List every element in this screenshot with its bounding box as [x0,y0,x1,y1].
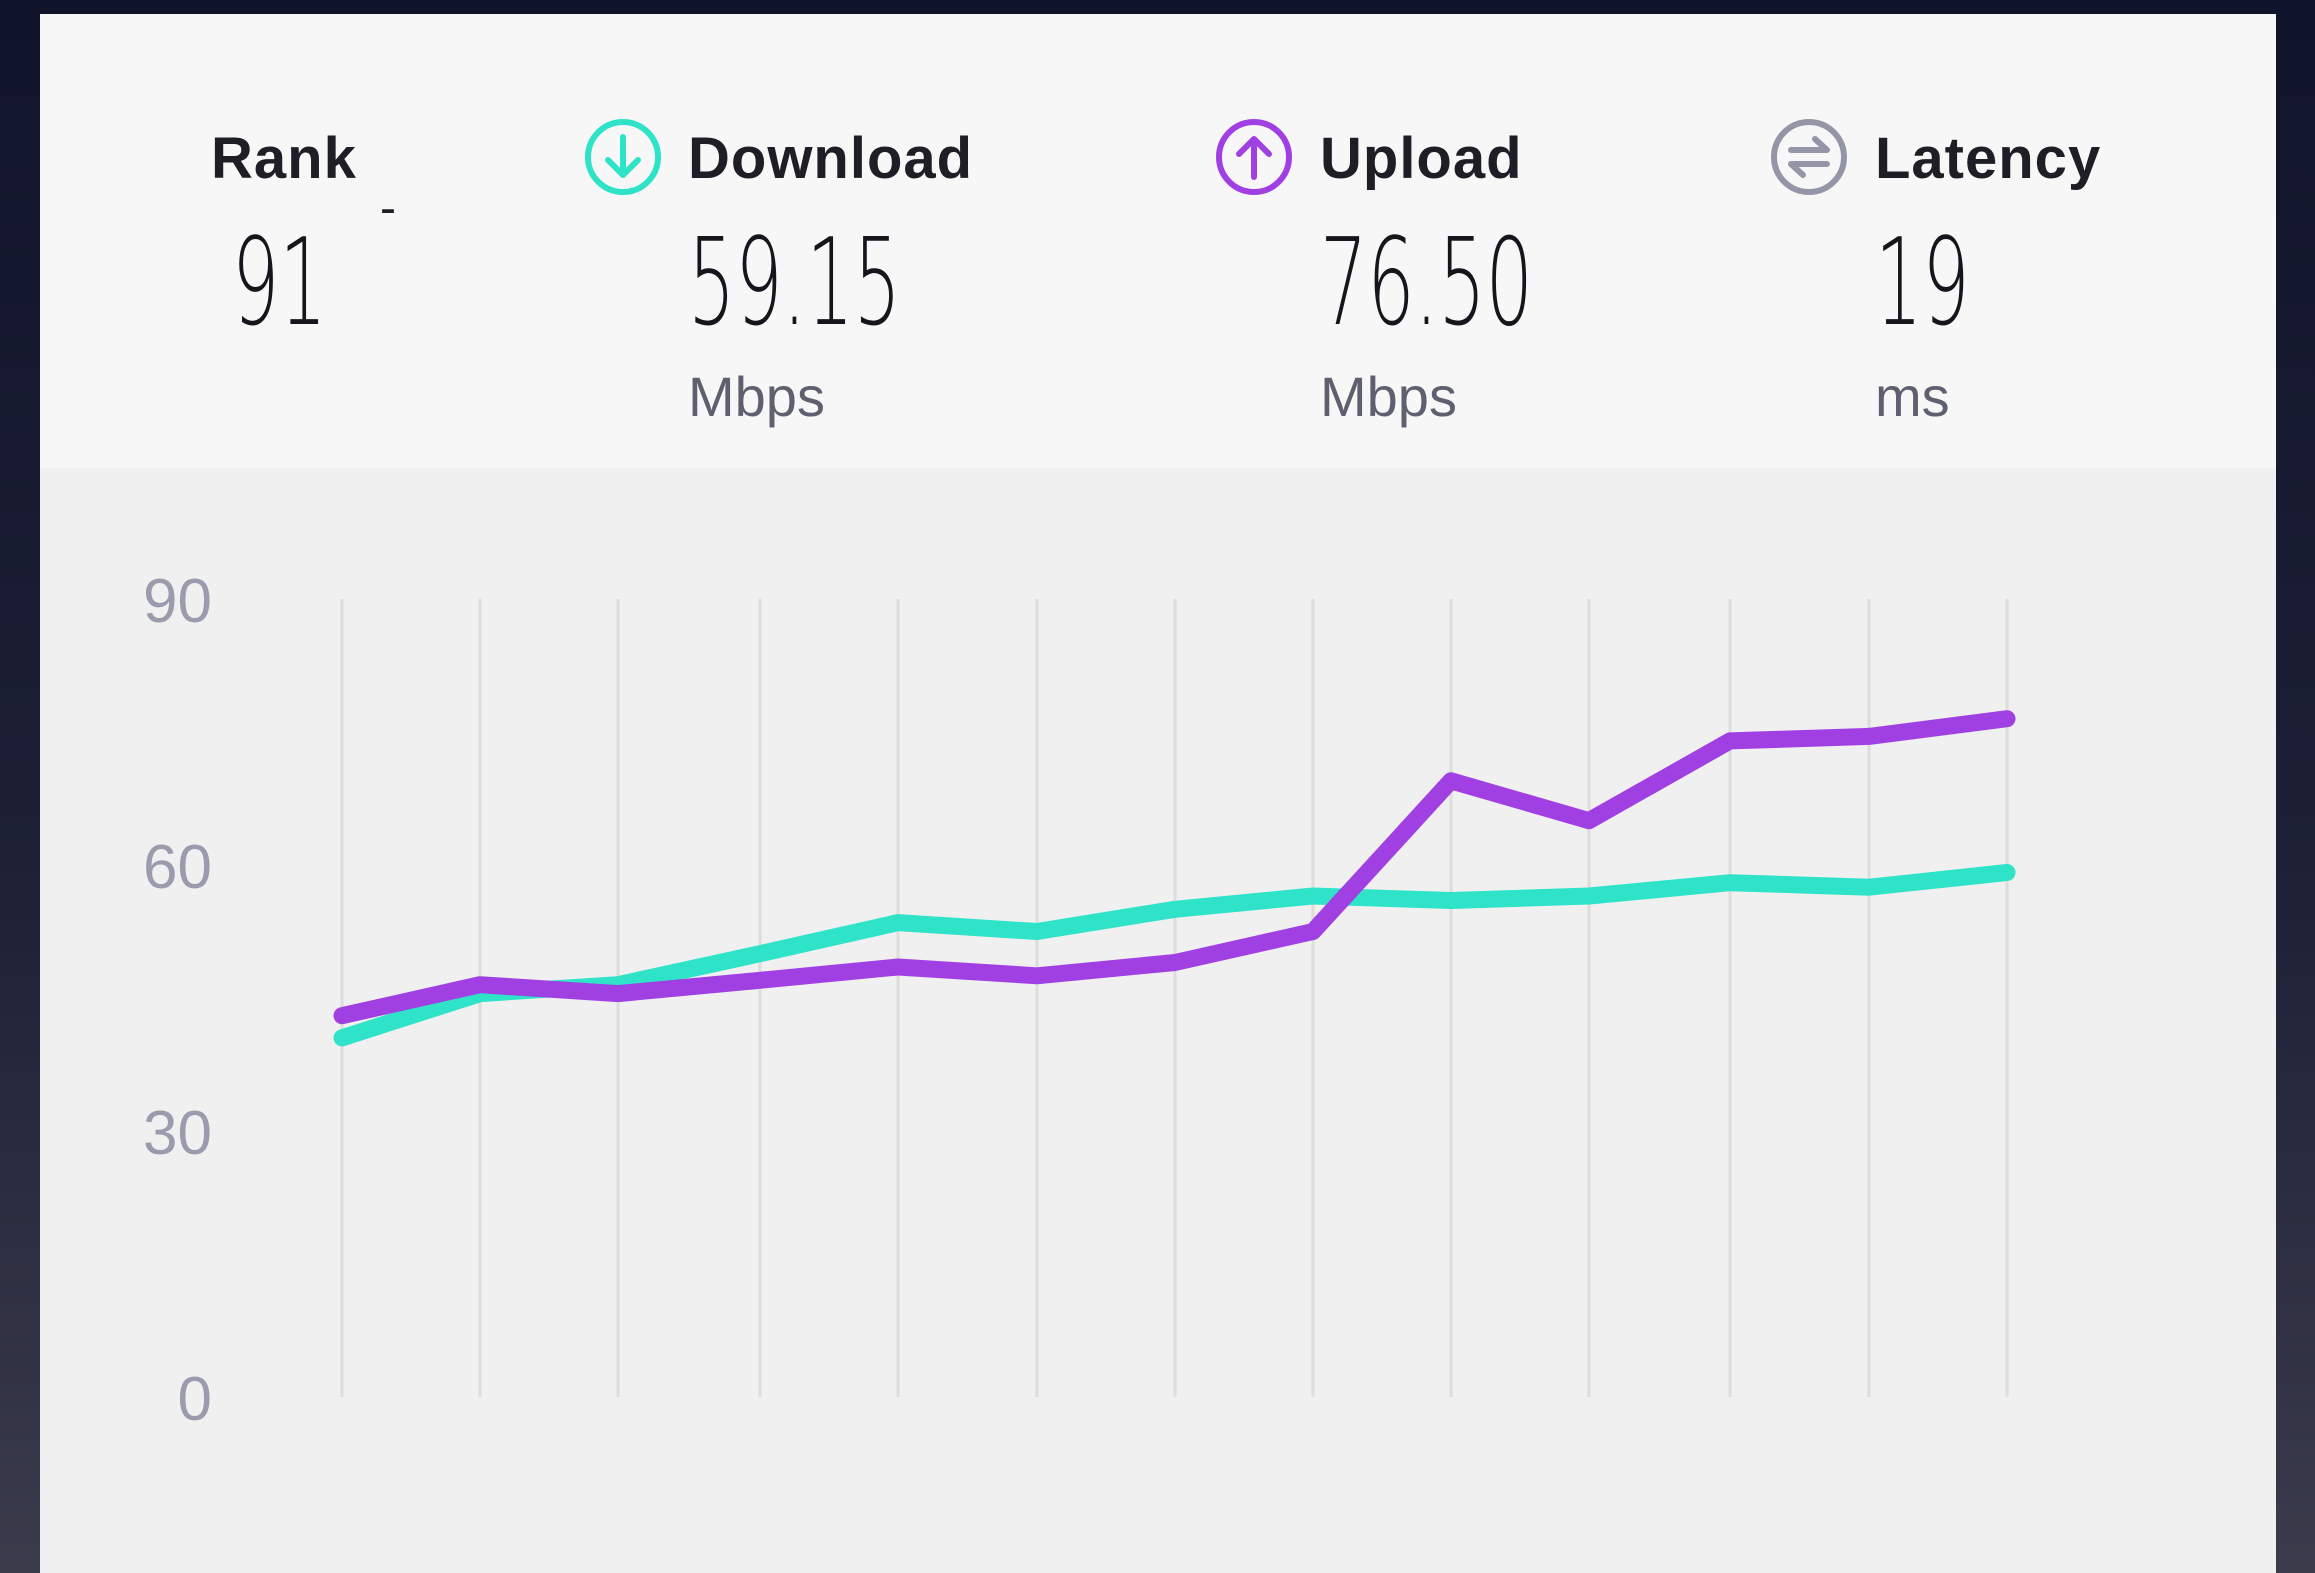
latency-unit: ms [1875,365,1950,428]
rank-change: - [380,182,396,235]
latency-value: 19 [1875,214,1970,353]
rank-value: 91 [232,214,327,353]
upload-unit: Mbps [1320,365,1457,428]
rank-label: Rank [211,126,357,191]
speed-card: Rank 91 - Download 59.15 Mbps Upload 76.… [40,14,2276,1573]
stats-header: Rank 91 - Download 59.15 Mbps Upload 76.… [40,14,2276,468]
latency-icon [1769,117,1849,197]
download-unit: Mbps [688,365,825,428]
y-tick-label: 0 [178,1365,212,1434]
latency-label: Latency [1875,126,2102,191]
download-value: 59.15 [688,214,901,353]
y-tick-label: 60 [143,833,212,902]
download-icon [583,117,663,197]
y-tick-label: 30 [143,1099,212,1168]
y-tick-label: 90 [143,567,212,636]
upload-value: 76.50 [1320,214,1533,353]
upload-icon [1214,117,1294,197]
speed-chart-svg: 90 60 30 0 [143,567,2016,1434]
upload-label: Upload [1320,126,1523,191]
speed-chart: 90 60 30 0 [40,468,2276,1573]
download-label: Download [688,126,974,191]
